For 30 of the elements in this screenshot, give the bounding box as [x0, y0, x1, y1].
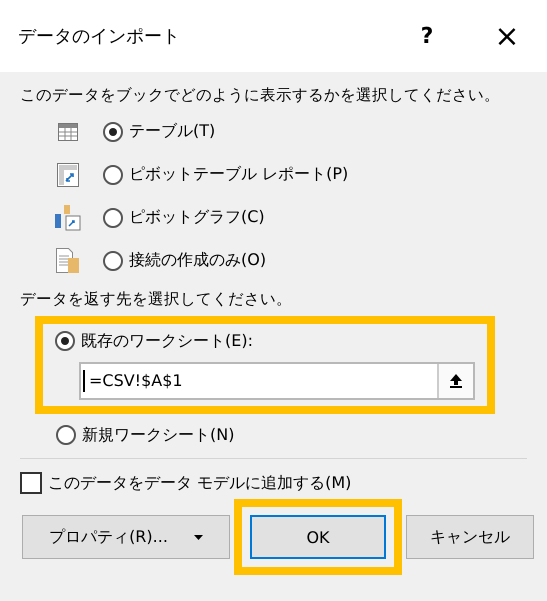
help-button[interactable]: ? — [397, 16, 457, 56]
close-button[interactable]: × — [477, 16, 537, 56]
destination-prompt: データを返す先を選択してください。 — [20, 289, 293, 310]
caret-icon — [194, 534, 203, 540]
document-icon — [55, 248, 81, 274]
radio-button[interactable] — [103, 208, 123, 228]
window-title: データのインポート — [18, 25, 181, 48]
upload-arrow-icon — [450, 374, 462, 388]
radio-button[interactable] — [103, 122, 123, 142]
cell-reference-field[interactable]: =CSV!$A$1 — [79, 362, 475, 400]
radio-label: 新規ワークシート(N) — [82, 424, 234, 446]
pivot-chart-icon — [55, 204, 81, 230]
radio-label: ピボットテーブル レポート(P) — [129, 164, 348, 185]
radio-label: 接続の作成のみ(O) — [129, 250, 266, 271]
radio-label: 既存のワークシート(E): — [81, 330, 253, 352]
dialog-button[interactable]: OK — [250, 515, 386, 559]
table-icon — [55, 122, 81, 140]
radio-button[interactable] — [56, 425, 76, 445]
dialog-button[interactable]: プロパティ(R)... — [22, 515, 230, 559]
view-prompt: このデータをブックでどのように表示するかを選択してください。 — [20, 85, 501, 106]
radio-label: テーブル(T) — [129, 121, 216, 142]
dialog-button[interactable]: キャンセル — [406, 515, 534, 559]
radio-label: ピボットグラフ(C) — [129, 207, 265, 228]
radio-button[interactable] — [103, 164, 123, 184]
radio-button[interactable] — [103, 250, 123, 270]
checkbox[interactable] — [20, 472, 42, 494]
pivot-table-icon — [55, 162, 81, 186]
checkbox-label: このデータをデータ モデルに追加する(M) — [48, 472, 352, 494]
collapse-button[interactable] — [437, 364, 473, 398]
radio-button[interactable] — [55, 331, 75, 351]
